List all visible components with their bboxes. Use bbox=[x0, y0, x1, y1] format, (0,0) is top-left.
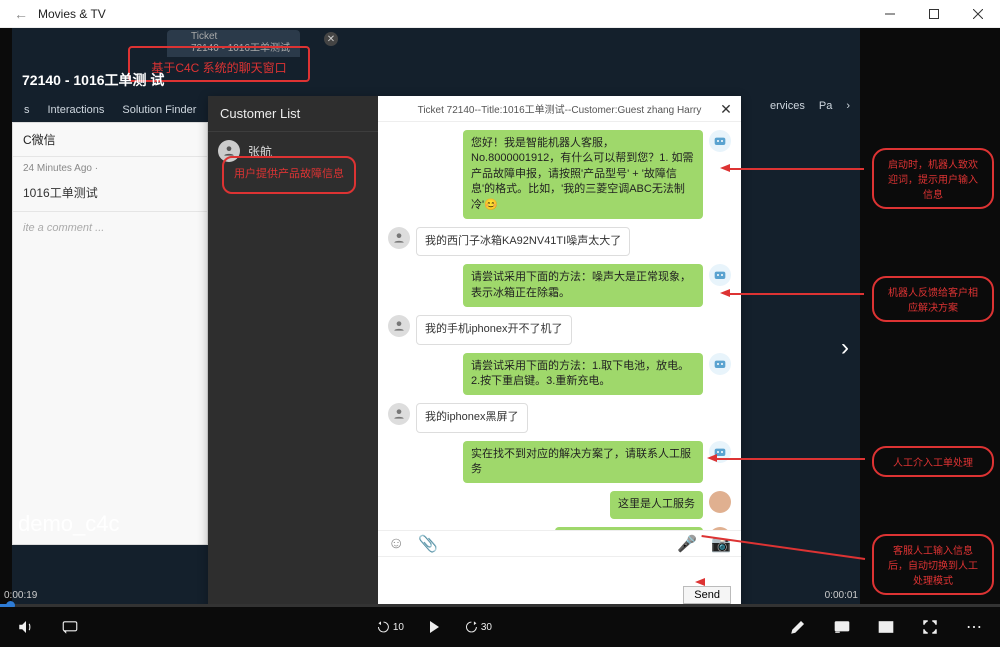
customer-list: Customer List 张航 用户提供产品故障信息 bbox=[208, 96, 378, 612]
user-message: 我的手机iphonex开不了机了 bbox=[416, 315, 572, 344]
minimize-button[interactable] bbox=[868, 0, 912, 28]
feed-heading: C微信 bbox=[13, 123, 207, 157]
window-titlebar: ← Movies & TV bbox=[0, 0, 1000, 28]
more-icon[interactable]: ⋯ bbox=[960, 613, 988, 641]
edit-icon[interactable] bbox=[784, 613, 812, 641]
bot-message: 请尝试采用下面的方法：1.取下电池，放电。2.按下重启键。3.重新充电。 bbox=[463, 353, 703, 396]
user-message: 我的iphonex黑屏了 bbox=[416, 403, 528, 432]
skip-back-button[interactable]: 10 bbox=[376, 613, 404, 641]
annotation-r2: 机器人反馈给客户相应解决方案 bbox=[872, 276, 994, 322]
volume-icon[interactable] bbox=[12, 613, 40, 641]
user-avatar-icon bbox=[388, 227, 410, 249]
send-button[interactable]: Send bbox=[683, 586, 731, 604]
back-arrow-icon[interactable]: ← bbox=[14, 6, 28, 22]
tab-chip-label1: Ticket bbox=[191, 31, 290, 43]
annotation-r4: 客服人工输入信息后，自动切换到人工处理模式 bbox=[872, 534, 994, 595]
page-title: 72140 - 1016工单测 试 bbox=[22, 70, 164, 90]
tab-item[interactable]: Interactions bbox=[48, 104, 105, 116]
bot-message: 实在找不到对应的解决方案了，请联系人工服务 bbox=[463, 441, 703, 484]
chat-header: Ticket 72140--Title:1016工单测试--Customer:G… bbox=[378, 96, 741, 122]
agent-avatar-icon bbox=[709, 491, 731, 513]
video-frame: Ticket 72140 - 1016工单测试 ✕ 基于C4C 系统的聊天窗口 … bbox=[12, 28, 860, 607]
subtitles-icon[interactable] bbox=[56, 613, 84, 641]
player-controls: 10 30 ⋯ bbox=[0, 607, 1000, 647]
chat-pane: Ticket 72140--Title:1016工单测试--Customer:G… bbox=[378, 96, 741, 612]
bot-avatar-icon bbox=[709, 130, 731, 152]
time-elapsed: 0:00:19 bbox=[0, 590, 37, 601]
app-title: Movies & TV bbox=[38, 7, 106, 21]
tab-item-right[interactable]: ervices bbox=[770, 100, 805, 112]
bot-avatar-icon bbox=[709, 264, 731, 286]
emoji-icon[interactable]: ☺ bbox=[388, 535, 404, 553]
maximize-button[interactable] bbox=[912, 0, 956, 28]
time-remaining: 0:00:01 bbox=[825, 590, 858, 601]
tab-close-icon[interactable]: ✕ bbox=[324, 32, 338, 46]
video-caption: demo_c4c bbox=[18, 511, 120, 537]
mini-player-icon[interactable] bbox=[872, 613, 900, 641]
feed-title: 1016工单测试 bbox=[13, 180, 207, 212]
annotation-r1: 启动时，机器人致欢迎词，提示用户输入信息 bbox=[872, 148, 994, 209]
skip-forward-button[interactable]: 30 bbox=[464, 613, 492, 641]
prev-video-icon[interactable] bbox=[0, 328, 18, 368]
agent-message: 这里是人工服务 bbox=[610, 491, 703, 518]
user-avatar-icon bbox=[388, 315, 410, 337]
video-area: Ticket 72140 - 1016工单测试 ✕ 基于C4C 系统的聊天窗口 … bbox=[0, 28, 1000, 647]
tab-item-right[interactable]: Pa bbox=[819, 100, 832, 112]
customer-list-heading: Customer List bbox=[208, 96, 378, 131]
arrow-head-icon bbox=[720, 289, 730, 297]
attach-icon[interactable]: 📎 bbox=[418, 534, 438, 554]
bot-avatar-icon bbox=[709, 353, 731, 375]
bot-message: 请尝试采用下面的方法：噪声大是正常现象，表示冰箱正在除霜。 bbox=[463, 264, 703, 307]
chat-header-text: Ticket 72140--Title:1016工单测试--Customer:G… bbox=[418, 101, 702, 116]
annotation-arrow bbox=[715, 458, 865, 460]
chat-close-icon[interactable]: ✕ bbox=[717, 100, 735, 118]
user-avatar-icon bbox=[388, 403, 410, 425]
annotation-arrow bbox=[728, 168, 864, 170]
annotation-r3: 人工介入工单处理 bbox=[872, 446, 994, 477]
chat-messages[interactable]: 您好！我是智能机器人客服，No.8000001912，有什么可以帮到您？1. 如… bbox=[378, 122, 741, 530]
arrow-head-icon bbox=[720, 164, 730, 172]
chat-window: Customer List 张航 用户提供产品故障信息 Ticket 72140… bbox=[208, 96, 741, 612]
comment-input[interactable]: ite a comment ... bbox=[13, 212, 207, 244]
bot-message: 您好！我是智能机器人客服，No.8000001912，有什么可以帮到您？1. 如… bbox=[463, 130, 703, 219]
chat-toolbar: ☺ 📎 🎤 📷 bbox=[378, 530, 741, 556]
feed-meta: 24 Minutes Ago · bbox=[13, 157, 207, 180]
arrow-head-icon bbox=[695, 578, 705, 586]
chevron-right-icon[interactable]: › bbox=[846, 100, 850, 112]
fullscreen-icon[interactable] bbox=[916, 613, 944, 641]
close-button[interactable] bbox=[956, 0, 1000, 28]
tab-item[interactable]: Solution Finder bbox=[122, 104, 196, 116]
tab-item[interactable]: s bbox=[24, 104, 30, 116]
play-button[interactable] bbox=[420, 613, 448, 641]
cast-icon[interactable] bbox=[828, 613, 856, 641]
mic-icon[interactable]: 🎤 bbox=[677, 534, 697, 554]
user-message: 我的西门子冰箱KA92NV41TI噪声太大了 bbox=[416, 227, 630, 256]
arrow-head-icon bbox=[707, 454, 717, 462]
annotation-left: 用户提供产品故障信息 bbox=[222, 156, 356, 194]
next-video-icon[interactable]: › bbox=[834, 328, 856, 368]
feed-panel: C微信 24 Minutes Ago · 1016工单测试 ite a comm… bbox=[12, 122, 208, 545]
annotation-arrow bbox=[728, 293, 864, 295]
